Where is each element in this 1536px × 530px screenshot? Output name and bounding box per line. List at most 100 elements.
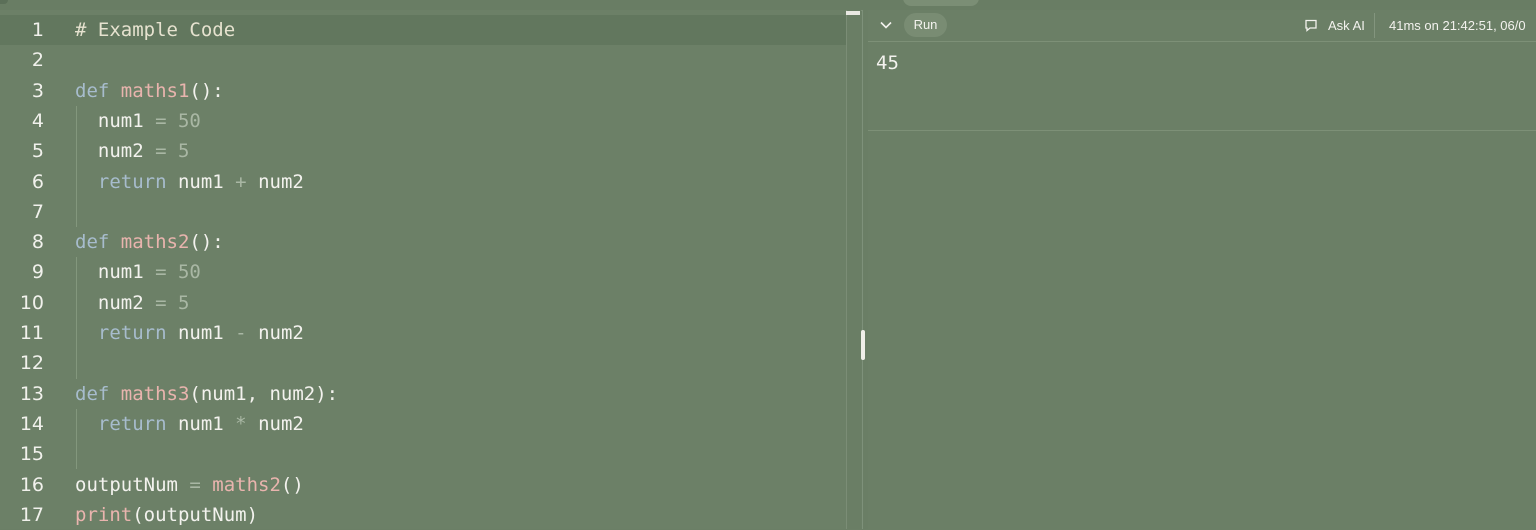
code-token: print	[75, 503, 133, 526]
code-token: =	[155, 291, 178, 314]
code-line[interactable]: 8 def maths2():	[0, 227, 846, 257]
code-line[interactable]: 9 num1 = 50	[0, 257, 846, 287]
code-line[interactable]: 2	[0, 45, 846, 75]
line-number: 1	[31, 19, 44, 41]
console-toolbar: Run Ask AI 41ms on 21:42:51, 06/0	[868, 10, 1536, 42]
editor-scrollbar-thumb[interactable]	[846, 11, 860, 15]
chevron-down-icon[interactable]	[878, 17, 894, 33]
line-number: 3	[31, 79, 44, 102]
indent-guide	[76, 257, 77, 379]
ask-ai-label: Ask AI	[1328, 18, 1365, 33]
output-separator	[868, 130, 1536, 131]
code-text: num2 = 5	[75, 136, 190, 166]
code-token: num2	[258, 322, 304, 344]
code-line[interactable]: 4 num1 = 50	[0, 106, 846, 136]
console-tab-stub[interactable]	[903, 0, 979, 6]
run-timing: 41ms on 21:42:51, 06/0	[1389, 18, 1526, 33]
code-token: return	[97, 412, 178, 435]
code-line[interactable]: 17 print(outputNum)	[0, 500, 846, 530]
code-token: num1	[177, 412, 236, 435]
code-text: def maths3(num1, num2):	[75, 379, 338, 409]
code-token: num2	[75, 140, 156, 163]
code-token: +	[235, 170, 259, 193]
code-line[interactable]: 10 num2 = 5	[0, 288, 846, 318]
code-token: # Example Code	[75, 19, 236, 41]
line-number: 15	[19, 443, 44, 466]
code-text: outputNum = maths2()	[75, 470, 304, 500]
ask-ai-button[interactable]: Ask AI	[1304, 10, 1365, 41]
line-number: 2	[31, 49, 44, 72]
code-text: return num1 * num2	[75, 409, 304, 439]
line-number: 14	[19, 412, 44, 435]
code-editor[interactable]: 1 # Example Code 2 3 def maths1(): 4 num1 = 5…	[0, 10, 846, 529]
code-line[interactable]: 3 def maths1():	[0, 76, 846, 106]
code-text: return num1 + num2	[75, 167, 304, 197]
code-token: *	[235, 412, 259, 435]
indent-guide	[76, 408, 77, 470]
code-token: 50	[177, 261, 201, 284]
line-number: 9	[31, 261, 44, 284]
line-number: 8	[31, 231, 44, 254]
code-token: num1	[177, 170, 236, 193]
code-line[interactable]: 13 def maths3(num1, num2):	[0, 379, 846, 409]
code-line[interactable]: 16 outputNum = maths2()	[0, 470, 846, 500]
code-text: print(outputNum)	[75, 500, 258, 530]
console-panel: Run Ask AI 41ms on 21:42:51, 06/0 45	[868, 10, 1536, 529]
line-number: 4	[31, 109, 44, 132]
indent-guide	[76, 105, 77, 228]
line-number: 17	[19, 503, 44, 526]
toolbar-separator	[1374, 13, 1375, 38]
line-number: 5	[31, 140, 44, 163]
code-token: num2	[258, 412, 304, 435]
code-line[interactable]: 7	[0, 197, 846, 227]
code-token: -	[235, 322, 259, 344]
code-line[interactable]: 11 return num1 - num2	[0, 318, 846, 348]
code-line[interactable]: 6 return num1 + num2	[0, 167, 846, 197]
run-button[interactable]: Run	[904, 13, 947, 37]
line-number: 7	[31, 200, 44, 223]
code-token: ():	[189, 231, 224, 254]
code-token: ():	[189, 79, 224, 102]
line-number: 16	[19, 473, 44, 496]
code-token: def	[75, 79, 121, 102]
code-token: num2	[75, 291, 156, 314]
code-token: (num1, num2):	[189, 382, 339, 405]
code-line[interactable]: 14 return num1 * num2	[0, 409, 846, 439]
code-token: return	[97, 322, 178, 344]
code-line[interactable]: 12	[0, 348, 846, 378]
code-line[interactable]: 1 # Example Code	[0, 15, 846, 45]
code-token: def	[75, 231, 121, 254]
code-token: =	[155, 140, 178, 163]
code-token: maths1	[120, 79, 190, 102]
editor-scrollbar[interactable]	[846, 10, 861, 529]
code-line[interactable]: 5 num2 = 5	[0, 136, 846, 166]
line-number: 10	[19, 291, 44, 314]
line-number: 12	[19, 352, 44, 375]
code-token: def	[75, 382, 121, 405]
code-token: (outputNum)	[132, 503, 259, 526]
code-token: =	[155, 261, 178, 284]
chat-bubble-icon	[1305, 19, 1317, 32]
code-token: 5	[177, 291, 190, 314]
code-token: 50	[177, 109, 201, 132]
code-text: num1 = 50	[75, 106, 201, 136]
code-text: num1 = 50	[75, 257, 201, 287]
code-token: 5	[177, 140, 190, 163]
code-token: num1	[177, 322, 236, 344]
console-output: 45	[876, 52, 899, 74]
code-token: return	[97, 170, 178, 193]
code-token: =	[155, 109, 178, 132]
code-token: maths2	[120, 231, 190, 254]
code-token: maths3	[120, 382, 190, 405]
pane-resize-handle[interactable]	[861, 330, 865, 360]
line-number: 6	[31, 170, 44, 193]
line-number: 13	[19, 382, 44, 405]
code-text: return num1 - num2	[75, 318, 304, 348]
code-token: =	[189, 473, 213, 496]
code-line[interactable]: 15	[0, 439, 846, 469]
code-text: # Example Code	[75, 15, 235, 45]
code-token: outputNum	[75, 473, 190, 496]
code-text: def maths1():	[75, 76, 224, 106]
